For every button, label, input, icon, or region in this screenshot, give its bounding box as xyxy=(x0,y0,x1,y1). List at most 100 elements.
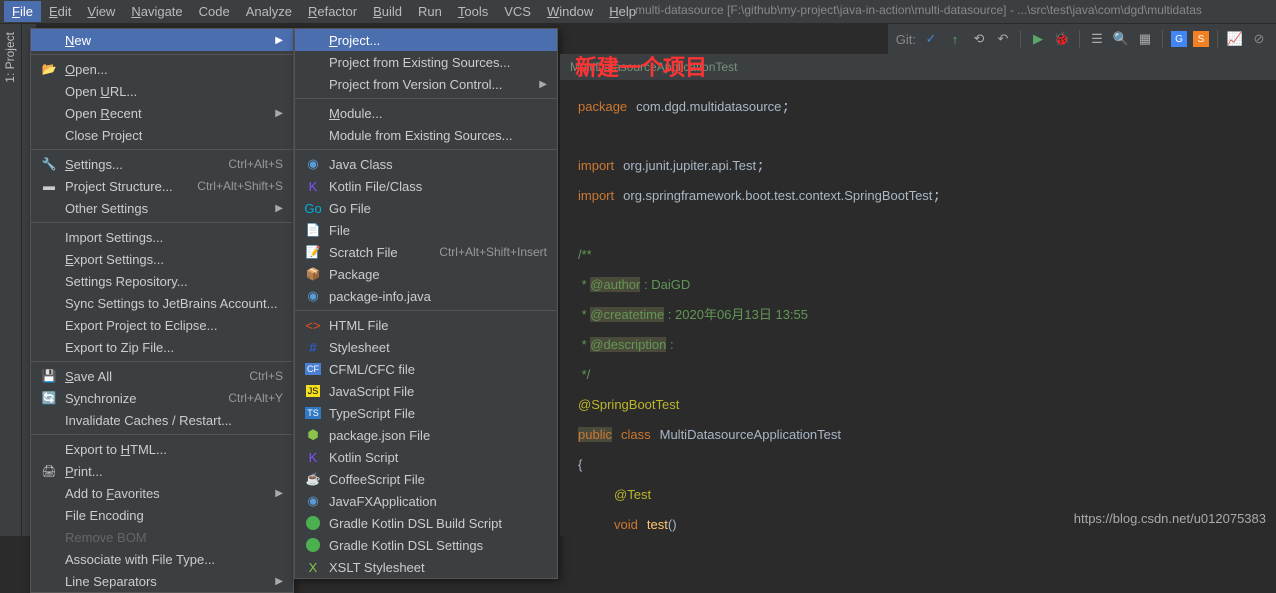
menu-open[interactable]: 📂Open... xyxy=(31,58,293,80)
menu-print[interactable]: 🖨Print... xyxy=(31,460,293,482)
menu-settings-repository[interactable]: Settings Repository... xyxy=(31,270,293,292)
git-label: Git: xyxy=(896,30,916,48)
save-icon: 💾 xyxy=(39,369,59,383)
kotlin-icon: K xyxy=(303,179,323,194)
menu-javascript-file[interactable]: JSJavaScript File xyxy=(295,380,557,402)
menu-settings[interactable]: 🔧Settings...Ctrl+Alt+S xyxy=(31,153,293,175)
menubar-edit[interactable]: Edit xyxy=(41,1,79,22)
vcs-commit-icon[interactable]: ↑ xyxy=(946,30,964,48)
menu-new[interactable]: New▶ xyxy=(31,29,293,51)
menu-package-json-file[interactable]: ⬢package.json File xyxy=(295,424,557,446)
new-submenu-dropdown: Project...Project from Existing Sources.… xyxy=(294,28,558,579)
watermark: https://blog.csdn.net/u012075383 xyxy=(1074,511,1266,526)
print-icon: 🖨 xyxy=(39,464,59,478)
menu-coffeescript-file[interactable]: ☕CoffeeScript File xyxy=(295,468,557,490)
google-icon[interactable]: G xyxy=(1171,31,1187,47)
menu-kotlin-script[interactable]: KKotlin Script xyxy=(295,446,557,468)
java-icon: ◉ xyxy=(303,156,323,172)
menu-xslt-stylesheet[interactable]: XXSLT Stylesheet xyxy=(295,556,557,578)
sync-icon: 🔄 xyxy=(39,391,59,405)
menubar-navigate[interactable]: Navigate xyxy=(123,1,190,22)
menu-export-project-to-eclipse[interactable]: Export Project to Eclipse... xyxy=(31,314,293,336)
go-icon: Go xyxy=(303,201,323,216)
menu-package[interactable]: 📦Package xyxy=(295,263,557,285)
menu-line-separators[interactable]: Line Separators▶ xyxy=(31,570,293,592)
menubar-tools[interactable]: Tools xyxy=(450,1,496,22)
menubar-refactor[interactable]: Refactor xyxy=(300,1,365,22)
menu-close-project[interactable]: Close Project xyxy=(31,124,293,146)
run-icon[interactable]: ▶ xyxy=(1029,30,1047,48)
menu-go-file[interactable]: GoGo File xyxy=(295,197,557,219)
menubar-view[interactable]: View xyxy=(79,1,123,22)
menu-save-all[interactable]: 💾Save AllCtrl+S xyxy=(31,365,293,387)
vcs-history-icon[interactable]: ⟲ xyxy=(970,30,988,48)
menu-invalidate-caches-restart[interactable]: Invalidate Caches / Restart... xyxy=(31,409,293,431)
menu-export-settings[interactable]: Export Settings... xyxy=(31,248,293,270)
submenu-arrow-icon: ▶ xyxy=(275,203,283,214)
menu-project-structure[interactable]: ▬Project Structure...Ctrl+Alt+Shift+S xyxy=(31,175,293,197)
menu-kotlin-file-class[interactable]: KKotlin File/Class xyxy=(295,175,557,197)
submenu-arrow-icon: ▶ xyxy=(539,79,547,90)
menu-cfml-cfc-file[interactable]: CFCFML/CFC file xyxy=(295,358,557,380)
code-editor[interactable]: package com.dgd.multidatasource; import … xyxy=(560,80,1276,552)
menu-gradle-kotlin-dsl-settings[interactable]: Gradle Kotlin DSL Settings xyxy=(295,534,557,556)
debug-icon[interactable]: 🐞 xyxy=(1053,30,1071,48)
menu-scratch-file[interactable]: 📝Scratch FileCtrl+Alt+Shift+Insert xyxy=(295,241,557,263)
menubar-code[interactable]: Code xyxy=(191,1,238,22)
menu-open-recent[interactable]: Open Recent▶ xyxy=(31,102,293,124)
menu-javafxapplication[interactable]: ◉JavaFXApplication xyxy=(295,490,557,512)
top-toolbar: Git: ✓ ↑ ⟲ ↶ ▶ 🐞 ☰ 🔍 ▦ G S 📈 ⊘ xyxy=(888,24,1276,54)
menu-file[interactable]: 📄File xyxy=(295,219,557,241)
project-tool-tab[interactable]: 1: Project xyxy=(0,24,20,91)
menu-import-settings[interactable]: Import Settings... xyxy=(31,226,293,248)
menu-project-from-version-control[interactable]: Project from Version Control...▶ xyxy=(295,73,557,95)
settings-icon: 🔧 xyxy=(39,157,59,171)
menu-project-from-existing-sources[interactable]: Project from Existing Sources... xyxy=(295,51,557,73)
menu-sync-settings-to-jetbrains-account[interactable]: Sync Settings to JetBrains Account... xyxy=(31,292,293,314)
menu-synchronize[interactable]: 🔄SynchronizeCtrl+Alt+Y xyxy=(31,387,293,409)
menubar-build[interactable]: Build xyxy=(365,1,410,22)
menu-other-settings[interactable]: Other Settings▶ xyxy=(31,197,293,219)
scratch-icon: 📝 xyxy=(303,245,323,259)
menu-module-from-existing-sources[interactable]: Module from Existing Sources... xyxy=(295,124,557,146)
js-icon: JS xyxy=(303,385,323,397)
kts-icon: K xyxy=(303,450,323,465)
menu-typescript-file[interactable]: TSTypeScript File xyxy=(295,402,557,424)
menu-export-to-html[interactable]: Export to HTML... xyxy=(31,438,293,460)
menubar-analyze[interactable]: Analyze xyxy=(238,1,300,22)
menubar-window[interactable]: Window xyxy=(539,1,601,22)
stop-icon[interactable]: ⊘ xyxy=(1250,30,1268,48)
menubar-vcs[interactable]: VCS xyxy=(496,1,539,22)
menu-associate-with-file-type[interactable]: Associate with File Type... xyxy=(31,548,293,570)
profiler-icon[interactable]: 📈 xyxy=(1226,30,1244,48)
menubar-file[interactable]: File xyxy=(4,1,41,22)
pkgjson-icon: ⬢ xyxy=(303,427,323,443)
menu-gradle-kotlin-dsl-build-script[interactable]: Gradle Kotlin DSL Build Script xyxy=(295,512,557,534)
menu-html-file[interactable]: <>HTML File xyxy=(295,314,557,336)
menubar-run[interactable]: Run xyxy=(410,1,450,22)
open-icon: 📂 xyxy=(39,62,59,76)
structure-icon[interactable]: ☰ xyxy=(1088,30,1106,48)
menu-project[interactable]: Project... xyxy=(295,29,557,51)
menu-file-encoding[interactable]: File Encoding xyxy=(31,504,293,526)
window-title: multi-datasource [F:\github\my-project\j… xyxy=(635,3,1202,17)
menu-export-to-zip-file[interactable]: Export to Zip File... xyxy=(31,336,293,358)
menu-java-class[interactable]: ◉Java Class xyxy=(295,153,557,175)
menu-stylesheet[interactable]: #Stylesheet xyxy=(295,336,557,358)
stackoverflow-icon[interactable]: S xyxy=(1193,31,1209,47)
package-icon: 📦 xyxy=(303,267,323,281)
vcs-revert-icon[interactable]: ↶ xyxy=(994,30,1012,48)
checkstyle-icon[interactable]: ▦ xyxy=(1136,30,1154,48)
submenu-arrow-icon: ▶ xyxy=(275,576,283,587)
menu-open-url[interactable]: Open URL... xyxy=(31,80,293,102)
vcs-update-icon[interactable]: ✓ xyxy=(922,30,940,48)
search-icon[interactable]: 🔍 xyxy=(1112,30,1130,48)
package-stmt: com.dgd.multidatasource xyxy=(636,99,781,114)
pkginfo-icon: ◉ xyxy=(303,288,323,304)
file-menu-dropdown: New▶ 📂Open...Open URL...Open Recent▶Close… xyxy=(30,28,294,593)
menu-package-info-java[interactable]: ◉package-info.java xyxy=(295,285,557,307)
editor-area: MultiDatasourceApplicationTest package c… xyxy=(560,54,1276,536)
gradle-icon xyxy=(303,516,323,530)
menu-module[interactable]: Module... xyxy=(295,102,557,124)
menu-add-to-favorites[interactable]: Add to Favorites▶ xyxy=(31,482,293,504)
